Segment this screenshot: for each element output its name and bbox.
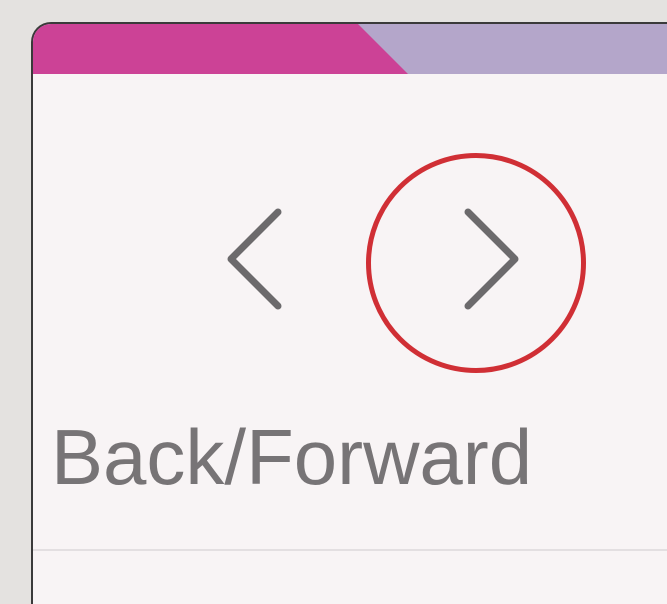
divider <box>33 549 667 551</box>
toolbar-customize-window: Back/Forward <box>31 22 667 604</box>
back-button[interactable] <box>223 204 293 314</box>
chevron-right-icon <box>464 208 519 310</box>
chevron-left-icon <box>227 208 282 310</box>
title-bar-accent <box>33 24 408 74</box>
title-bar <box>33 24 667 74</box>
back-forward-label: Back/Forward <box>51 413 533 501</box>
forward-button[interactable] <box>453 204 523 314</box>
